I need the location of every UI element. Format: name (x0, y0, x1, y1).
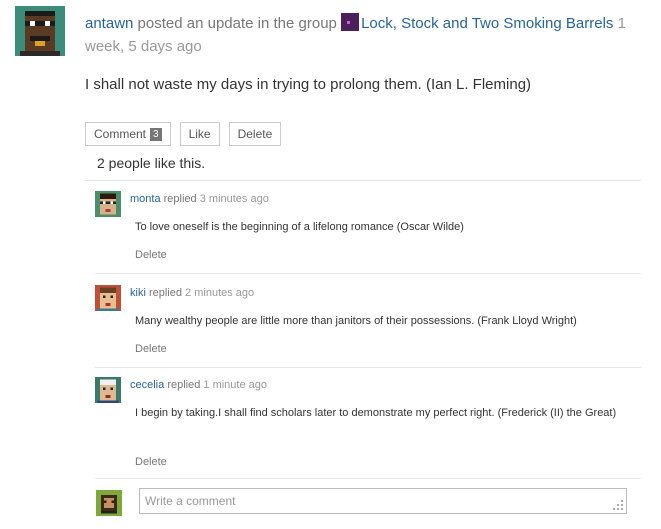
avatar[interactable] (95, 377, 121, 403)
reply-delete-link[interactable]: Delete (135, 456, 167, 468)
reply-meta: cecelia replied 1 minute ago (130, 379, 267, 391)
reply-meta: kiki replied 2 minutes ago (130, 287, 254, 299)
reply-verb: replied (163, 193, 197, 205)
reply-meta: monta replied 3 minutes ago (130, 193, 269, 205)
delete-button[interactable]: Delete (228, 122, 282, 146)
comment-count-badge: 3 (150, 128, 162, 141)
comment-placeholder: Write a comment (145, 494, 236, 508)
group-icon[interactable] (341, 13, 360, 31)
reply-author-link[interactable]: kiki (130, 287, 146, 299)
reply-delete-link[interactable]: Delete (135, 249, 167, 261)
current-user-avatar (96, 490, 122, 516)
author-link[interactable]: antawn (85, 15, 133, 32)
reply-text: I begin by taking.I shall find scholars … (135, 407, 617, 419)
group-link[interactable]: Lock, Stock and Two Smoking Barrels (361, 15, 613, 32)
comment-button[interactable]: Comment 3 (85, 122, 171, 146)
activity-action: posted an update in the group (137, 15, 337, 32)
reply-delete-link[interactable]: Delete (135, 343, 167, 355)
divider (95, 273, 641, 274)
divider (85, 180, 641, 181)
resize-grip-icon[interactable] (613, 500, 623, 510)
avatar-kiki-icon (95, 285, 121, 311)
reply-author-link[interactable]: cecelia (130, 379, 164, 391)
likes-summary: 2 people like this. (97, 155, 206, 171)
reply-verb: replied (148, 287, 182, 299)
reply-verb: replied (167, 379, 201, 391)
avatar-antawn-icon (15, 6, 65, 56)
avatar[interactable] (95, 285, 121, 311)
reply-text: To love oneself is the beginning of a li… (135, 221, 464, 233)
author-avatar[interactable] (15, 6, 65, 56)
comment-input[interactable]: Write a comment (139, 488, 627, 514)
divider (95, 478, 641, 479)
divider (95, 367, 641, 368)
activity-actions: Comment 3 Like Delete (85, 122, 282, 146)
reply-time[interactable]: 1 minute ago (203, 379, 267, 391)
avatar-monta-icon (95, 191, 121, 217)
avatar[interactable] (95, 191, 121, 217)
reply-time[interactable]: 2 minutes ago (185, 287, 254, 299)
activity-content: I shall not waste my days in trying to p… (85, 76, 532, 93)
reply-time[interactable]: 3 minutes ago (200, 193, 269, 205)
reply-text: Many wealthy people are little more than… (135, 315, 577, 327)
activity-header: antawn posted an update in the group Loc… (85, 12, 645, 58)
reply-author-link[interactable]: monta (130, 193, 161, 205)
like-button[interactable]: Like (179, 122, 220, 146)
avatar-current-user-icon (96, 490, 122, 516)
comment-label: Comment (94, 127, 147, 141)
avatar-cecelia-icon (95, 377, 121, 403)
